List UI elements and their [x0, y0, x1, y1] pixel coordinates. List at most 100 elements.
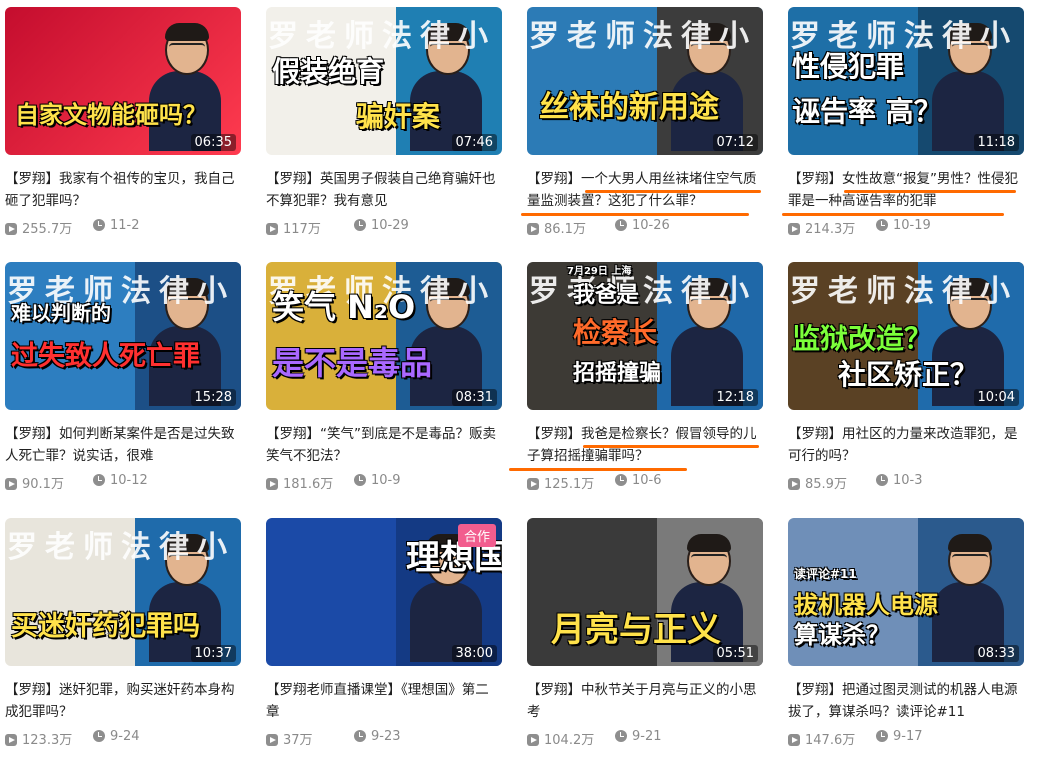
play-count-icon: [527, 734, 539, 746]
upload-date: 10-29: [371, 218, 409, 233]
video-meta: 90.1万 10-12: [5, 473, 241, 492]
thumbnail-caption: 算谋杀？: [794, 621, 890, 649]
video-thumbnail[interactable]: 罗老师法律小 难以判断的 过失致人死亡罪 15:28: [5, 262, 241, 410]
video-title[interactable]: 【罗翔老师直播课堂】《理想国》第二章: [266, 679, 498, 723]
thumbnail-caption: 读评论#11: [794, 567, 857, 581]
video-card[interactable]: 理想国 合作 38:00 【罗翔老师直播课堂】《理想国》第二章 37万 9-23: [266, 518, 502, 748]
video-grid: 自家文物能砸吗？ 06:35 【罗翔】我家有个祖传的宝贝，我自己砸了犯罪吗？ 255.…: [0, 0, 1041, 766]
video-duration: 11:18: [973, 134, 1019, 151]
video-duration: 15:28: [190, 389, 236, 406]
highlight-underline: [782, 213, 1004, 216]
view-count: 85.9万: [805, 477, 847, 492]
video-thumbnail[interactable]: 自家文物能砸吗？ 06:35: [5, 7, 241, 155]
play-count-icon: [5, 734, 17, 746]
upload-date: 9-23: [371, 729, 401, 744]
video-title[interactable]: 【罗翔】英国男子假装自己绝育骗奸也不算犯罪？我有意见: [266, 168, 498, 212]
thumbnail-caption: 买迷奸药犯罪吗: [11, 611, 200, 642]
upload-date: 10-9: [371, 473, 401, 488]
view-count: 125.1万: [544, 477, 595, 492]
channel-watermark: 罗老师法律小: [790, 274, 1018, 309]
video-card[interactable]: 罗老师法律小 买迷奸药犯罪吗 10:37 【罗翔】迷奸犯罪，购买迷奸药本身构成犯罪吗？…: [5, 518, 241, 748]
video-card[interactable]: 罗老师法律小 假装绝育 骗奸案 07:46 【罗翔】英国男子假装自己绝育骗奸也不算犯罪？…: [266, 7, 502, 237]
video-title[interactable]: 【罗翔】迷奸犯罪，购买迷奸药本身构成犯罪吗？: [5, 679, 237, 723]
clock-icon: [615, 730, 627, 742]
play-count-icon: [788, 223, 800, 235]
video-duration: 12:18: [712, 389, 758, 406]
upload-date: 10-3: [893, 473, 923, 488]
video-card[interactable]: 罗老师法律小 性侵犯罪 诬告率 高？ 11:18 【罗翔】女性故意“报复”男性？性侵犯罪…: [782, 7, 1024, 237]
video-card[interactable]: 读评论#11 拔机器人电源 算谋杀？ 08:33 【罗翔】把通过图灵测试的机器人电源拔了…: [788, 518, 1024, 748]
highlight-underline: [844, 190, 1016, 193]
video-thumbnail[interactable]: 月亮与正义 05:51: [527, 518, 763, 666]
video-title[interactable]: 【罗翔】用社区的力量来改造罪犯，是可行的吗？: [788, 423, 1020, 467]
video-meta: 147.6万 9-17: [788, 729, 1024, 748]
video-card[interactable]: 罗老师法律小 笑气 N₂O 是不是毒品 08:31 【罗翔】“笑气”到底是不是毒品？贩卖…: [266, 262, 502, 492]
collab-badge: 合作: [457, 524, 496, 547]
upload-date: 11-2: [110, 218, 140, 233]
video-thumbnail[interactable]: 罗老师法律小 笑气 N₂O 是不是毒品 08:31: [266, 262, 502, 410]
video-meta: 125.1万 10-6: [527, 473, 763, 492]
clock-icon: [93, 219, 105, 231]
play-count-icon: [266, 734, 278, 746]
play-count-icon: [266, 223, 278, 235]
video-duration: 10:37: [190, 645, 236, 662]
video-thumbnail[interactable]: 罗老师法律小 监狱改造？ 社区矫正？ 10:04: [788, 262, 1024, 410]
video-meta: 255.7万 11-2: [5, 218, 241, 237]
view-count: 147.6万: [805, 733, 856, 748]
video-title[interactable]: 【罗翔】我家有个祖传的宝贝，我自己砸了犯罪吗？: [5, 168, 237, 212]
play-count-icon: [527, 478, 539, 490]
thumbnail-caption: 招摇撞骗: [573, 361, 662, 386]
video-duration: 07:12: [712, 134, 758, 151]
thumbnail-caption: 性侵犯罪: [792, 50, 905, 83]
highlight-underline: [509, 468, 687, 471]
video-card[interactable]: 罗老师法律小 7月29日 上海 我爸是 检察长 招摇撞骗 12:18 【罗翔】我爸是检察长？…: [509, 262, 763, 492]
view-count: 181.6万: [283, 477, 334, 492]
thumbnail-caption: 是不是毒品: [272, 344, 433, 382]
video-meta: 181.6万 10-9: [266, 473, 502, 492]
video-card[interactable]: 罗老师法律小 丝袜的新用途 07:12 【罗翔】一个大男人用丝袜堵住空气质量监测装置？…: [521, 7, 763, 237]
view-count: 37万: [283, 733, 313, 748]
video-thumbnail[interactable]: 罗老师法律小 假装绝育 骗奸案 07:46: [266, 7, 502, 155]
thumbnail-caption: 月亮与正义: [551, 610, 721, 650]
thumbnail-caption: 自家文物能砸吗？: [15, 101, 207, 129]
video-thumbnail[interactable]: 罗老师法律小 买迷奸药犯罪吗 10:37: [5, 518, 241, 666]
thumbnail-caption: 我爸是: [573, 283, 640, 308]
upload-date: 9-21: [632, 729, 662, 744]
video-meta: 123.3万 9-24: [5, 729, 241, 748]
clock-icon: [615, 474, 627, 486]
video-title[interactable]: 【罗翔】如何判断某案件是否是过失致人死亡罪？说实话，很难: [5, 423, 237, 467]
clock-icon: [876, 474, 888, 486]
video-title[interactable]: 【罗翔】“笑气”到底是不是毒品？贩卖笑气不犯法？: [266, 423, 498, 467]
video-title[interactable]: 【罗翔】中秋节关于月亮与正义的小思考: [527, 679, 759, 723]
thumbnail-caption: 社区矫正？: [838, 358, 979, 391]
upload-date: 10-12: [110, 473, 148, 488]
view-count: 117万: [283, 222, 321, 237]
clock-icon: [354, 219, 366, 231]
upload-date: 9-24: [110, 729, 140, 744]
video-card[interactable]: 罗老师法律小 难以判断的 过失致人死亡罪 15:28 【罗翔】如何判断某案件是否是过失致…: [5, 262, 241, 492]
video-thumbnail[interactable]: 罗老师法律小 7月29日 上海 我爸是 检察长 招摇撞骗 12:18: [527, 262, 763, 410]
clock-icon: [354, 474, 366, 486]
upload-date: 9-17: [893, 729, 923, 744]
clock-icon: [876, 730, 888, 742]
video-title[interactable]: 【罗翔】把通过图灵测试的机器人电源拔了，算谋杀吗？读评论#11: [788, 679, 1020, 723]
highlight-underline: [585, 190, 761, 193]
video-thumbnail[interactable]: 罗老师法律小 丝袜的新用途 07:12: [527, 7, 763, 155]
video-thumbnail[interactable]: 理想国 合作 38:00: [266, 518, 502, 666]
thumbnail-caption: 笑气 N₂O: [272, 288, 416, 326]
video-duration: 08:33: [973, 645, 1019, 662]
channel-watermark: 罗老师法律小: [529, 274, 757, 309]
channel-watermark: 罗老师法律小: [529, 19, 757, 54]
view-count: 123.3万: [22, 733, 73, 748]
view-count: 90.1万: [22, 477, 64, 492]
video-card[interactable]: 月亮与正义 05:51 【罗翔】中秋节关于月亮与正义的小思考 104.2万 9-21: [527, 518, 763, 748]
view-count: 104.2万: [544, 733, 595, 748]
video-card[interactable]: 自家文物能砸吗？ 06:35 【罗翔】我家有个祖传的宝贝，我自己砸了犯罪吗？ 255.…: [5, 7, 241, 237]
play-count-icon: [788, 478, 800, 490]
video-card[interactable]: 罗老师法律小 监狱改造？ 社区矫正？ 10:04 【罗翔】用社区的力量来改造罪犯，是可行…: [788, 262, 1024, 492]
video-thumbnail[interactable]: 罗老师法律小 性侵犯罪 诬告率 高？ 11:18: [788, 7, 1024, 155]
clock-icon: [93, 474, 105, 486]
highlight-underline: [521, 213, 749, 216]
video-thumbnail[interactable]: 读评论#11 拔机器人电源 算谋杀？ 08:33: [788, 518, 1024, 666]
thumbnail-caption: 假装绝育: [272, 55, 385, 88]
